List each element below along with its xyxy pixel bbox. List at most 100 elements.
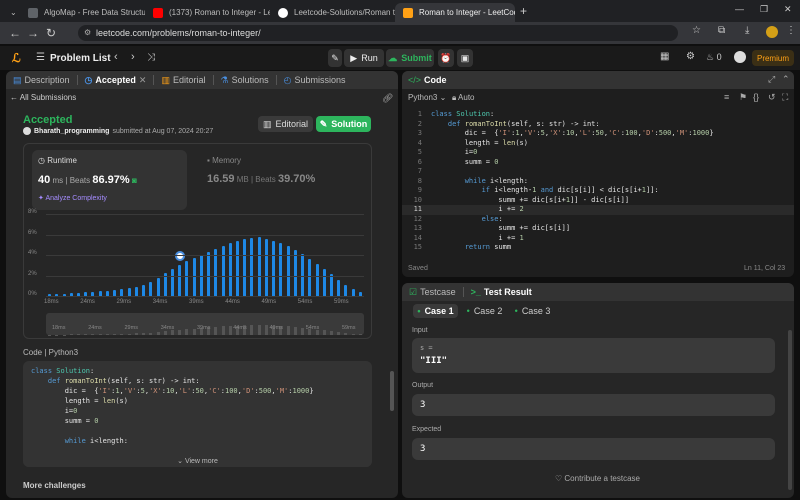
list-icon[interactable]: ☰ <box>36 52 45 63</box>
tab-test-result[interactable]: >_ Test Result <box>464 287 539 297</box>
runtime-bar[interactable] <box>178 265 182 296</box>
memory-label[interactable]: ▪ Memory <box>207 156 241 165</box>
runtime-bar[interactable] <box>127 287 131 296</box>
format-icon[interactable]: ≡ <box>724 92 729 102</box>
submit-button[interactable]: ☁ Submit <box>386 49 434 67</box>
tab-testcase[interactable]: ☑ Testcase <box>402 287 463 298</box>
case-1-tab[interactable]: • Case 1 <box>413 304 458 318</box>
runtime-bar[interactable] <box>243 238 247 296</box>
window-close-icon[interactable]: ✕ <box>784 4 792 15</box>
braces-icon[interactable]: {} <box>753 92 759 102</box>
case-2-tab[interactable]: • Case 2 <box>462 304 507 318</box>
debug-icon[interactable]: ✎ <box>328 49 342 67</box>
address-bar[interactable]: ⚙ leetcode.com/problems/roman-to-integer… <box>78 25 678 41</box>
runtime-bar[interactable] <box>221 245 225 296</box>
test-scrollbar[interactable] <box>788 330 792 490</box>
left-scrollbar[interactable] <box>390 371 394 411</box>
runtime-bar[interactable] <box>192 258 196 296</box>
runtime-bar[interactable] <box>315 264 319 296</box>
editorial-button[interactable]: ▥ Editorial <box>258 116 313 132</box>
tab-editorial[interactable]: ▥ Editorial <box>154 75 212 86</box>
problem-list-link[interactable]: Problem List <box>50 53 111 64</box>
runtime-bar[interactable] <box>156 277 160 296</box>
runtime-bar[interactable] <box>250 237 254 296</box>
browser-tab-algomap[interactable]: AlgoMap - Free Data Structure✕ <box>20 3 145 22</box>
tab-description[interactable]: ▤ Description <box>6 75 77 86</box>
runtime-bar[interactable] <box>322 269 326 296</box>
language-select[interactable]: Python3 ⌄ <box>408 93 446 102</box>
streak-counter[interactable]: ♨ 0 <box>706 52 722 63</box>
layout-icon[interactable]: ▦ <box>660 51 669 62</box>
chart-range-slider[interactable]: 18ms 24ms 29ms 34ms 39ms 44ms 49ms 54ms 59ms <box>46 313 364 335</box>
runtime-bar[interactable] <box>170 269 174 296</box>
collapse-icon[interactable]: ⌃ <box>782 74 790 85</box>
new-tab-icon[interactable]: + <box>520 4 527 18</box>
notes-icon[interactable]: ▣ <box>457 49 473 67</box>
runtime-bar[interactable] <box>257 236 261 296</box>
restore-icon[interactable]: ❐ <box>760 4 768 15</box>
more-menu-icon[interactable]: ⋮ <box>786 25 796 36</box>
runtime-bar[interactable] <box>279 242 283 296</box>
reload-icon[interactable]: ↻ <box>42 26 60 40</box>
tab-search-icon[interactable]: ⌄ <box>2 3 18 22</box>
runtime-bar[interactable] <box>308 259 312 296</box>
leetcode-logo-icon[interactable]: ℒ <box>12 51 24 65</box>
user-avatar[interactable] <box>734 51 746 63</box>
shuffle-icon[interactable]: ⤨ <box>147 52 155 63</box>
contribute-testcase-link[interactable]: ♡ Contribute a testcase <box>555 474 640 483</box>
fullscreen-icon[interactable]: ⛶ <box>782 92 788 103</box>
close-tab-icon[interactable]: ✕ <box>139 75 147 86</box>
solution-button[interactable]: ✎ Solution <box>316 116 371 132</box>
runtime-bar[interactable] <box>149 281 153 296</box>
username[interactable]: Bharath_programming <box>34 128 109 135</box>
reset-icon[interactable]: ↺ <box>768 92 776 103</box>
tab-submissions[interactable]: ◴ Submissions <box>277 75 353 86</box>
runtime-bar[interactable] <box>293 249 297 296</box>
site-info-icon[interactable]: ⚙ <box>84 25 91 41</box>
settings-gear-icon[interactable]: ⚙ <box>686 51 695 62</box>
runtime-bar[interactable] <box>185 261 189 296</box>
runtime-bar[interactable] <box>286 245 290 296</box>
maximize-icon[interactable]: ⤢ <box>768 74 775 85</box>
browser-tab-leetcode[interactable]: Roman to Integer - LeetCode✕ <box>395 3 515 22</box>
runtime-bar[interactable] <box>142 284 146 296</box>
all-submissions-link[interactable]: ← All Submissions <box>10 93 76 102</box>
runtime-card[interactable]: ◷ Runtime 40 ms | Beats 86.97% ◙ ✦ Analy… <box>32 150 187 210</box>
bookmark-star-icon[interactable]: ☆ <box>692 25 701 36</box>
runtime-bar[interactable] <box>344 284 348 296</box>
runtime-bar[interactable] <box>236 240 240 296</box>
browser-tab-github[interactable]: Leetcode-Solutions/Roman to I✕ <box>270 3 395 22</box>
runtime-bar[interactable] <box>329 274 333 296</box>
runtime-bar[interactable] <box>264 238 268 296</box>
forward-icon[interactable]: → <box>24 26 42 40</box>
prev-problem-icon[interactable]: ‹ <box>114 51 118 63</box>
browser-tab-youtube[interactable]: (1373) Roman to Integer - Leet✕ <box>145 3 270 22</box>
profile-avatar[interactable] <box>766 26 778 38</box>
runtime-bar[interactable] <box>351 288 355 296</box>
tab-accepted[interactable]: ◷ Accepted ✕ <box>78 75 154 86</box>
runtime-bar[interactable] <box>163 273 167 296</box>
download-icon[interactable]: ⤓ <box>745 25 749 36</box>
minimize-icon[interactable]: — <box>735 4 744 14</box>
extensions-icon[interactable]: ⧉ <box>718 25 725 36</box>
runtime-bar[interactable] <box>120 288 124 296</box>
auto-mode-toggle[interactable]: 🔒︎ Auto <box>452 93 475 103</box>
your-submission-marker[interactable] <box>174 251 185 262</box>
view-more-button[interactable]: ⌄ View more <box>23 449 372 467</box>
runtime-bar[interactable] <box>337 279 341 296</box>
premium-button[interactable]: Premium <box>752 50 794 66</box>
run-button[interactable]: ▶ Run <box>344 49 384 67</box>
share-link-icon[interactable]: 🔗︎ <box>382 93 393 104</box>
back-icon[interactable]: ← <box>6 26 24 40</box>
runtime-bar[interactable] <box>228 242 232 296</box>
runtime-bar[interactable] <box>134 286 138 296</box>
case-3-tab[interactable]: • Case 3 <box>510 304 555 318</box>
runtime-bar[interactable] <box>272 240 276 296</box>
analyze-complexity-link[interactable]: ✦ Analyze Complexity <box>38 194 107 202</box>
tab-solutions[interactable]: ⚗ Solutions <box>214 75 276 86</box>
next-problem-icon[interactable]: › <box>131 51 135 63</box>
timer-icon[interactable]: ⏰ <box>438 49 454 67</box>
code-editor[interactable]: 1 class Solution: 2 def romanToInt(self, … <box>402 109 794 251</box>
runtime-bar[interactable] <box>207 251 211 296</box>
bookmark-icon[interactable]: ⚑ <box>739 92 747 103</box>
